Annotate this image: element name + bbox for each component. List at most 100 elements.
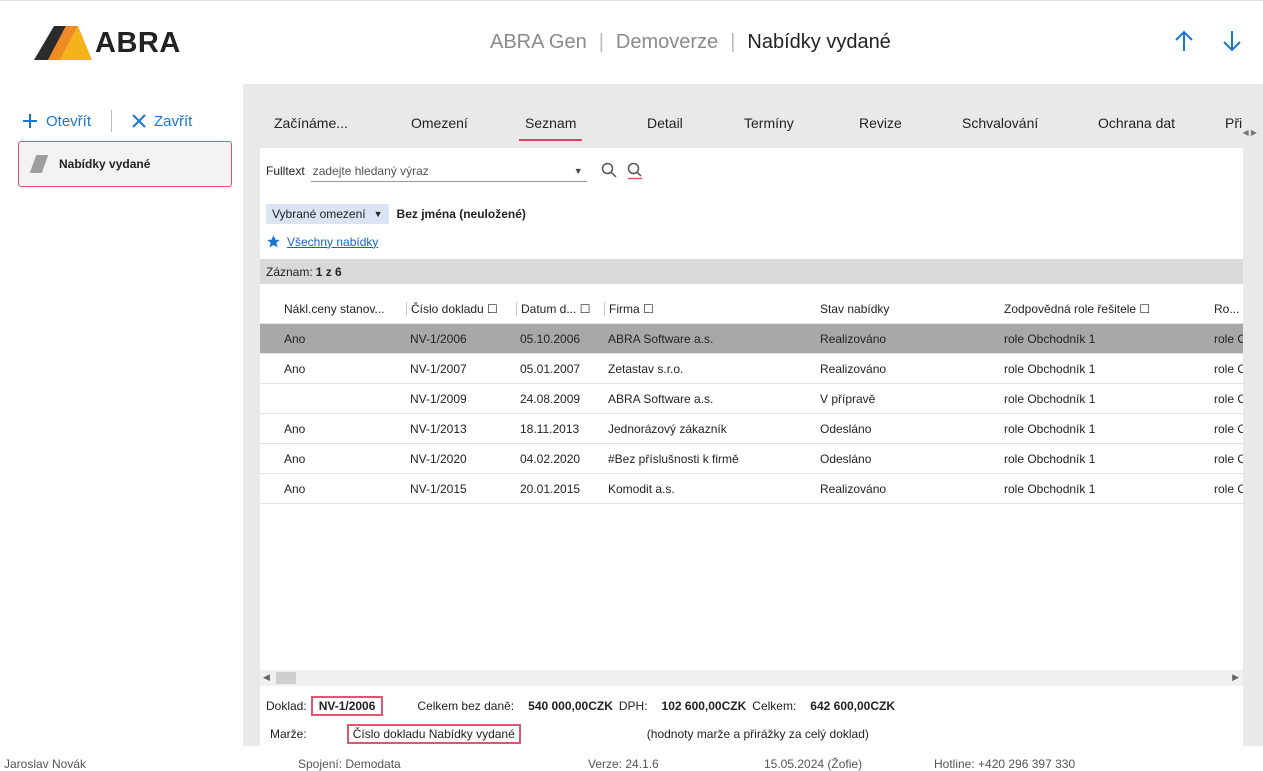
- document-card-label: Nabídky vydané: [59, 157, 151, 171]
- tab-seznam[interactable]: Seznam: [518, 115, 583, 141]
- total-no-vat-label: Celkem bez daně:: [417, 699, 515, 713]
- tab-ochrana-dat[interactable]: Ochrana dat: [1098, 115, 1175, 131]
- top-bar: ABRA ABRA Gen | Demoverze | Nabídky vyda…: [0, 0, 1263, 68]
- margin-label: Marže:: [270, 727, 307, 741]
- table-cell: role O: [1214, 481, 1243, 496]
- doc-number-field[interactable]: NV-1/2006: [310, 696, 384, 716]
- record-value: 1 z 6: [315, 264, 342, 279]
- search-icons: [601, 162, 643, 180]
- column-header[interactable]: Ro...: [1210, 302, 1243, 316]
- record-counter: Záznam: 1 z 6: [260, 259, 1243, 284]
- tab-schvalovani[interactable]: Schvalování: [962, 115, 1038, 131]
- breadcrumb-separator: |: [598, 31, 604, 53]
- table-cell: role O: [1214, 421, 1243, 436]
- breadcrumb-separator: |: [730, 31, 736, 53]
- table-cell: role Obchodník 1: [1004, 391, 1096, 406]
- favorite-filter-link[interactable]: Všechny nabídky: [266, 234, 378, 249]
- record-navigation: [1173, 29, 1243, 53]
- table-cell: Odesláno: [820, 421, 872, 436]
- table-cell: role O: [1214, 391, 1243, 406]
- tab-omezeni[interactable]: Omezení: [411, 115, 468, 131]
- abra-logo-icon: [34, 26, 92, 60]
- vat-value: 102 600,00CZK: [661, 699, 747, 713]
- search-input[interactable]: zadejte hledaný výraz ▼: [310, 160, 587, 182]
- table-cell: NV-1/2020: [410, 451, 467, 466]
- table-cell: 18.11.2013: [520, 421, 580, 436]
- column-header[interactable]: Zodpovědná role řešitele ☐: [1000, 302, 1210, 316]
- column-header[interactable]: Datum d... ☐: [516, 301, 604, 316]
- table-row[interactable]: Ano NV-1/2015 20.01.2015 Komodit a.s. Re…: [260, 474, 1243, 504]
- breadcrumb-app: ABRA Gen: [490, 31, 587, 53]
- scroll-left-icon[interactable]: ◀: [263, 672, 270, 683]
- table-cell: role O: [1214, 361, 1243, 376]
- table-cell: ABRA Software a.s.: [608, 331, 714, 346]
- search-icon[interactable]: [601, 162, 617, 178]
- close-icon: [132, 114, 146, 128]
- horizontal-scrollbar[interactable]: ◀ ▶: [260, 670, 1243, 686]
- arrow-down-icon[interactable]: [1221, 29, 1243, 53]
- advanced-search-icon[interactable]: [627, 162, 643, 180]
- main-panel: Začínáme... Omezení Seznam Detail Termín…: [243, 84, 1263, 748]
- selected-filter-dropdown[interactable]: Vybrané omezení ▼: [266, 204, 389, 224]
- table-cell: NV-1/2009: [410, 391, 467, 406]
- status-user: Jaroslav Novák: [4, 757, 87, 771]
- scrollbar-thumb[interactable]: [276, 672, 296, 684]
- table-cell: role O: [1214, 451, 1243, 466]
- table-row[interactable]: Ano NV-1/2007 05.01.2007 Zetastav s.r.o.…: [260, 354, 1243, 384]
- table-row[interactable]: Ano NV-1/2013 18.11.2013 Jednorázový zák…: [260, 414, 1243, 444]
- open-button[interactable]: Otevřít: [22, 113, 91, 130]
- tab-zaciname[interactable]: Začínáme...: [274, 115, 348, 131]
- total-label: Celkem:: [752, 699, 797, 713]
- close-button[interactable]: Zavřít: [132, 113, 192, 130]
- table-cell: role Obchodník 1: [1004, 481, 1096, 496]
- table-cell: Realizováno: [820, 361, 887, 376]
- tab-prilohy[interactable]: Při: [1225, 115, 1242, 131]
- doc-label: Doklad:: [266, 699, 307, 713]
- chevron-down-icon: ▼: [373, 209, 383, 219]
- table-cell: 20.01.2015: [520, 481, 581, 496]
- summary-row-totals: Doklad: NV-1/2006 Celkem bez daně: 540 0…: [266, 696, 895, 716]
- table-cell: Ano: [284, 331, 306, 346]
- table-cell: role Obchodník 1: [1004, 421, 1096, 436]
- status-bar: Jaroslav Novák Spojení: Demodata Verze: …: [0, 752, 1263, 771]
- column-header[interactable]: Stav nabídky: [816, 302, 1000, 316]
- margin-note: (hodnoty marže a přirážky za celý doklad…: [646, 727, 869, 741]
- scroll-right-icon[interactable]: ▶: [1232, 672, 1239, 683]
- record-label: Záznam:: [266, 264, 313, 279]
- chevron-down-icon[interactable]: ▼: [574, 166, 583, 176]
- arrow-up-icon[interactable]: [1173, 29, 1195, 53]
- table-cell: Realizováno: [820, 331, 887, 346]
- table-cell: V přípravě: [820, 391, 876, 406]
- tab-bar: Začínáme... Omezení Seznam Detail Termín…: [260, 101, 1263, 145]
- summary-row-margin: Marže: Číslo dokladu Nabídky vydané (hod…: [270, 724, 869, 744]
- total-no-vat-value: 540 000,00CZK: [528, 699, 613, 713]
- tab-scroll-arrows[interactable]: ◀ ▶: [1242, 128, 1257, 137]
- table-cell: NV-1/2007: [410, 361, 467, 376]
- tab-terminy[interactable]: Termíny: [744, 115, 794, 131]
- table-row[interactable]: Ano NV-1/2020 04.02.2020 #Bez příslušnos…: [260, 444, 1243, 474]
- logo-text: ABRA: [95, 26, 181, 59]
- table-row[interactable]: Ano NV-1/2006 05.10.2006 ABRA Software a…: [260, 324, 1243, 354]
- fulltext-label: Fulltext: [266, 164, 305, 178]
- breadcrumb-environment: Demoverze: [615, 31, 719, 53]
- table-cell: Odesláno: [820, 451, 872, 466]
- tab-revize[interactable]: Revize: [859, 115, 902, 131]
- table-row[interactable]: NV-1/2009 24.08.2009 ABRA Software a.s. …: [260, 384, 1243, 414]
- column-header[interactable]: Nákl.ceny stanov...: [260, 302, 406, 316]
- document-card-nabidky-vydane[interactable]: Nabídky vydané: [18, 141, 232, 187]
- search-input-placeholder: zadejte hledaný výraz: [312, 163, 429, 178]
- filter-row: Vybrané omezení ▼ Bez jména (neuložené): [266, 204, 526, 224]
- table-cell: Komodit a.s.: [608, 481, 675, 496]
- grid-header: Nákl.ceny stanov... Číslo dokladu ☐ Datu…: [260, 294, 1243, 324]
- column-header[interactable]: Firma ☐: [604, 301, 816, 316]
- table-cell: role O: [1214, 331, 1243, 346]
- total-value: 642 600,00CZK: [810, 699, 896, 713]
- abra-logo: ABRA: [34, 25, 181, 61]
- table-cell: #Bez příslušnosti k firmě: [608, 451, 739, 466]
- sidebar: Otevřít Zavřít Nabídky vydané: [0, 84, 243, 746]
- tab-detail[interactable]: Detail: [647, 115, 683, 131]
- fulltext-row: Fulltext zadejte hledaný výraz ▼: [266, 160, 643, 182]
- page-title: Nabídky vydané: [747, 31, 891, 53]
- divider: [111, 110, 113, 132]
- column-header[interactable]: Číslo dokladu ☐: [406, 301, 516, 316]
